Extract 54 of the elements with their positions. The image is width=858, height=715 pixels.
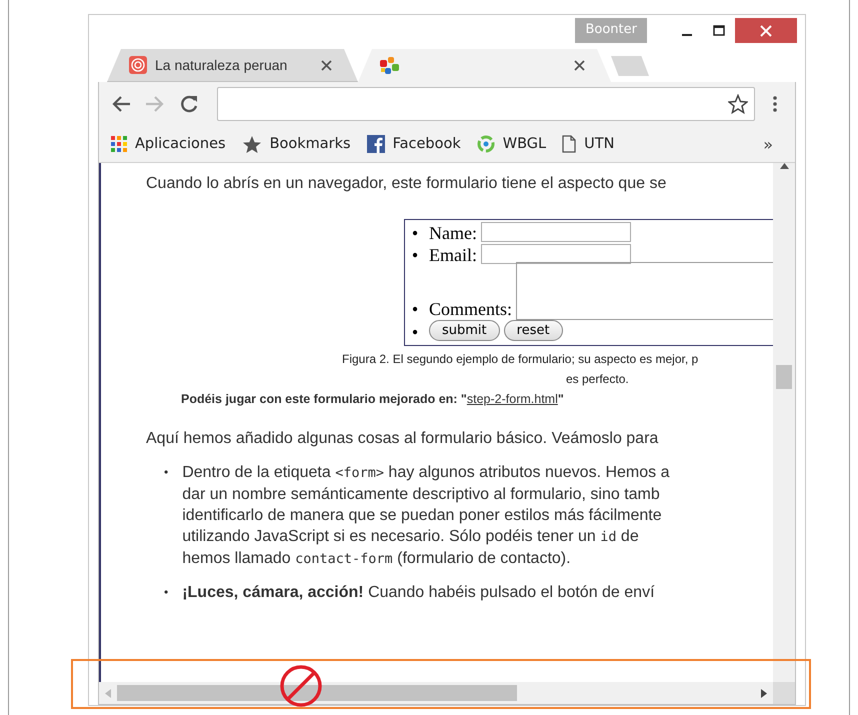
bookmark-item[interactable]: Aplicaciones [111, 136, 226, 152]
bullet-mark: • [410, 245, 420, 266]
ring-icon [476, 135, 495, 153]
right-arrow-icon[interactable] [761, 688, 767, 698]
form-label: Comments: [429, 299, 512, 320]
figure-caption: Figura 2. El segundo ejemplo de formulario; su aspecto es mejor, p [342, 352, 700, 366]
paragraph: Aquí hemos añadido algunas cosas al formulario básico. Veámoslo para [146, 430, 660, 448]
bullet-mark: • [164, 584, 168, 601]
close-icon[interactable] [321, 60, 332, 70]
star-icon [242, 134, 262, 154]
bookmark-item[interactable]: Facebook [366, 135, 461, 153]
scrollbar-corner [773, 682, 795, 704]
form-label: Email: [429, 245, 477, 266]
close-icon[interactable] [574, 60, 585, 71]
up-arrow-icon[interactable] [780, 163, 788, 169]
try-it-text: Podéis jugar con este formulario mejorado en: "step-2-form.html" [181, 392, 565, 406]
text-line: identificarlo de manera que se puedan poner estilos más fácilmente [182, 506, 663, 526]
paragraph: Cuando lo abrís en un navegador, este formulario tiene el aspecto que se [146, 175, 668, 193]
form-button[interactable]: submit [429, 320, 500, 341]
text-input-field[interactable] [480, 222, 631, 242]
bookmark-item[interactable]: Bookmarks [242, 134, 351, 154]
facebook-icon [366, 135, 385, 153]
tab-title: La naturaleza peruan [155, 57, 288, 73]
bullet-mark: • [410, 223, 420, 244]
star-outline-icon[interactable] [728, 94, 748, 114]
comments-textarea[interactable] [516, 262, 773, 320]
reload-icon[interactable] [179, 94, 199, 114]
bullet-mark: • [410, 299, 420, 320]
text-line: utilizando JavaScript si es necesario. Sólo podéis tener un id de [182, 527, 640, 547]
spiral-icon [129, 56, 147, 74]
bullet-mark: • [164, 464, 168, 481]
bullet-mark: • [410, 322, 420, 343]
figure-caption: es perfecto. [566, 372, 630, 386]
bookmark-item[interactable]: WBGL [476, 135, 546, 153]
text-input-field[interactable] [481, 244, 631, 264]
bookmark-item[interactable]: UTN [562, 135, 614, 153]
text-line: ¡Luces, cámara, acción! Cuando habéis pulsado el botón de enví [182, 583, 655, 603]
back-arrow-icon[interactable] [111, 95, 131, 113]
page-icon [562, 135, 576, 153]
scrollbar-thumb[interactable] [776, 365, 792, 389]
browser-tab[interactable]: La naturaleza peruan [107, 49, 358, 82]
text-line: hemos llamado contact-form (formulario de contacto). [182, 549, 572, 569]
text-line: Dentro de la etiqueta <form> hay algunos atributos nuevos. Hemos a [182, 463, 670, 483]
file-link[interactable]: step-2-form.html [466, 392, 558, 406]
form-button[interactable]: reset [504, 320, 563, 341]
menu-icon[interactable] [773, 96, 777, 112]
form-label: Name: [429, 223, 477, 244]
maximize-button[interactable] [713, 25, 725, 36]
bookmarks-overflow-button[interactable]: » [763, 134, 773, 154]
text-line: dar un nombre semánticamente descriptivo al formulario, sino tamb [182, 485, 661, 505]
apps-grid-icon [111, 136, 127, 152]
scrollbar-thumb[interactable] [117, 685, 517, 701]
colored-squares-icon [380, 56, 400, 74]
close-button[interactable] [735, 18, 797, 43]
